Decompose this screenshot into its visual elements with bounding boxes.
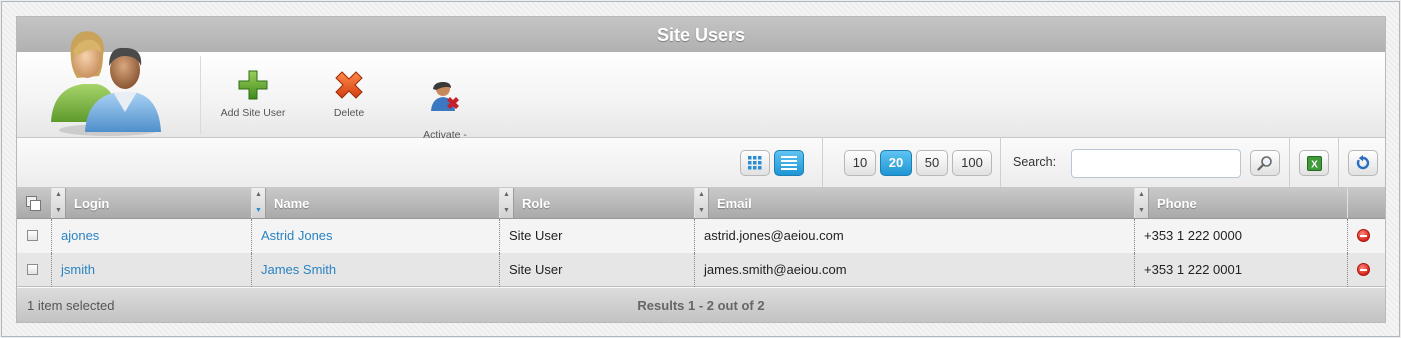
divider bbox=[1289, 138, 1290, 187]
add-site-user-label: Add Site User bbox=[220, 107, 286, 119]
login-cell: jsmith bbox=[51, 253, 251, 287]
panel-title: Site Users bbox=[17, 17, 1385, 52]
table-footer: 1 item selected Results 1 - 2 out of 2 bbox=[17, 288, 1385, 322]
role-cell: Site User bbox=[499, 219, 694, 253]
grid-icon bbox=[748, 156, 762, 170]
search-button[interactable] bbox=[1250, 150, 1280, 176]
divider bbox=[1000, 138, 1001, 187]
users-icon bbox=[51, 31, 161, 136]
select-all-header[interactable] bbox=[17, 188, 51, 218]
table-header: ▲ ▼ Login ▲ ▼ Name ▲ ▼ Role ▲ ▼ Email ▲ ▼ Pho… bbox=[17, 188, 1385, 219]
toolbar: Add Site User Delete Activate - Deactiva… bbox=[17, 31, 1385, 152]
grid-view-button[interactable] bbox=[740, 150, 770, 176]
table-row[interactable]: jsmith James Smith Site User james.smith… bbox=[17, 253, 1385, 287]
role-cell: Site User bbox=[499, 253, 694, 287]
sort-control[interactable]: ▲ ▼ bbox=[52, 188, 66, 218]
column-header-actions bbox=[1347, 188, 1385, 218]
name-cell: James Smith bbox=[251, 253, 499, 287]
column-header-email[interactable]: ▲ ▼ Email bbox=[694, 188, 1134, 218]
row-select-cell bbox=[17, 219, 51, 253]
phone-cell: +353 1 222 0001 bbox=[1134, 253, 1347, 287]
column-label: Name bbox=[274, 196, 310, 211]
add-site-user-button[interactable]: Add Site User bbox=[213, 68, 293, 119]
refresh-button[interactable] bbox=[1348, 150, 1378, 176]
column-label: Role bbox=[522, 196, 551, 211]
excel-icon: X bbox=[1306, 156, 1322, 171]
delete-button[interactable]: Delete bbox=[319, 68, 379, 119]
email-cell: james.smith@aeiou.com bbox=[694, 253, 1134, 287]
x-icon bbox=[335, 71, 363, 99]
column-label: Login bbox=[74, 196, 110, 211]
plus-icon bbox=[238, 70, 268, 100]
column-header-login[interactable]: ▲ ▼ Login bbox=[51, 188, 251, 218]
list-view-button[interactable] bbox=[774, 150, 804, 176]
window-frame: Site Users Add Site User Delete Activate… bbox=[1, 1, 1400, 337]
phone-cell: +353 1 222 0000 bbox=[1134, 219, 1347, 253]
column-label: Phone bbox=[1157, 196, 1197, 211]
list-icon bbox=[781, 156, 797, 170]
name-cell: Astrid Jones bbox=[251, 219, 499, 253]
search-input[interactable] bbox=[1071, 149, 1241, 178]
table-row[interactable]: ajones Astrid Jones Site User astrid.jon… bbox=[17, 219, 1385, 253]
search-icon bbox=[1257, 156, 1272, 171]
name-link[interactable]: Astrid Jones bbox=[261, 228, 333, 243]
login-cell: ajones bbox=[51, 219, 251, 253]
login-link[interactable]: jsmith bbox=[61, 262, 95, 277]
name-link[interactable]: James Smith bbox=[261, 262, 336, 277]
search-label: Search: bbox=[1013, 155, 1057, 169]
site-users-panel: Site Users Add Site User Delete Activate… bbox=[16, 16, 1386, 323]
page-size-10-button[interactable]: 10 bbox=[844, 150, 876, 176]
row-checkbox[interactable] bbox=[27, 264, 38, 275]
divider bbox=[1338, 138, 1339, 187]
toolbar-divider bbox=[200, 56, 201, 134]
row-select-cell bbox=[17, 253, 51, 287]
column-label: Email bbox=[717, 196, 752, 211]
page-size-100-button[interactable]: 100 bbox=[952, 150, 992, 176]
page-size-20-button[interactable]: 20 bbox=[880, 150, 912, 176]
sort-control[interactable]: ▲ ▼ bbox=[695, 188, 709, 218]
row-checkbox[interactable] bbox=[27, 230, 38, 241]
grid-toolbar: 10 20 50 100 Search: X bbox=[17, 138, 1385, 188]
sort-control[interactable]: ▲ ▼ bbox=[1135, 188, 1149, 218]
column-header-phone[interactable]: ▲ ▼ Phone bbox=[1134, 188, 1347, 218]
sort-control[interactable]: ▲ ▼ bbox=[252, 188, 266, 218]
user-x-icon bbox=[431, 82, 459, 111]
delete-label: Delete bbox=[333, 107, 365, 119]
divider bbox=[822, 138, 823, 187]
column-header-role[interactable]: ▲ ▼ Role bbox=[499, 188, 694, 218]
column-header-name[interactable]: ▲ ▼ Name bbox=[251, 188, 499, 218]
results-summary: Results 1 - 2 out of 2 bbox=[637, 298, 765, 313]
svg-text:X: X bbox=[1311, 159, 1318, 170]
export-excel-button[interactable]: X bbox=[1299, 150, 1329, 176]
remove-row-icon[interactable] bbox=[1357, 263, 1370, 276]
email-cell: astrid.jones@aeiou.com bbox=[694, 219, 1134, 253]
select-all-icon bbox=[26, 196, 41, 211]
login-link[interactable]: ajones bbox=[61, 228, 99, 243]
page-size-50-button[interactable]: 50 bbox=[916, 150, 948, 176]
refresh-icon bbox=[1356, 155, 1370, 170]
remove-row-icon[interactable] bbox=[1357, 229, 1370, 242]
sort-control[interactable]: ▲ ▼ bbox=[500, 188, 514, 218]
